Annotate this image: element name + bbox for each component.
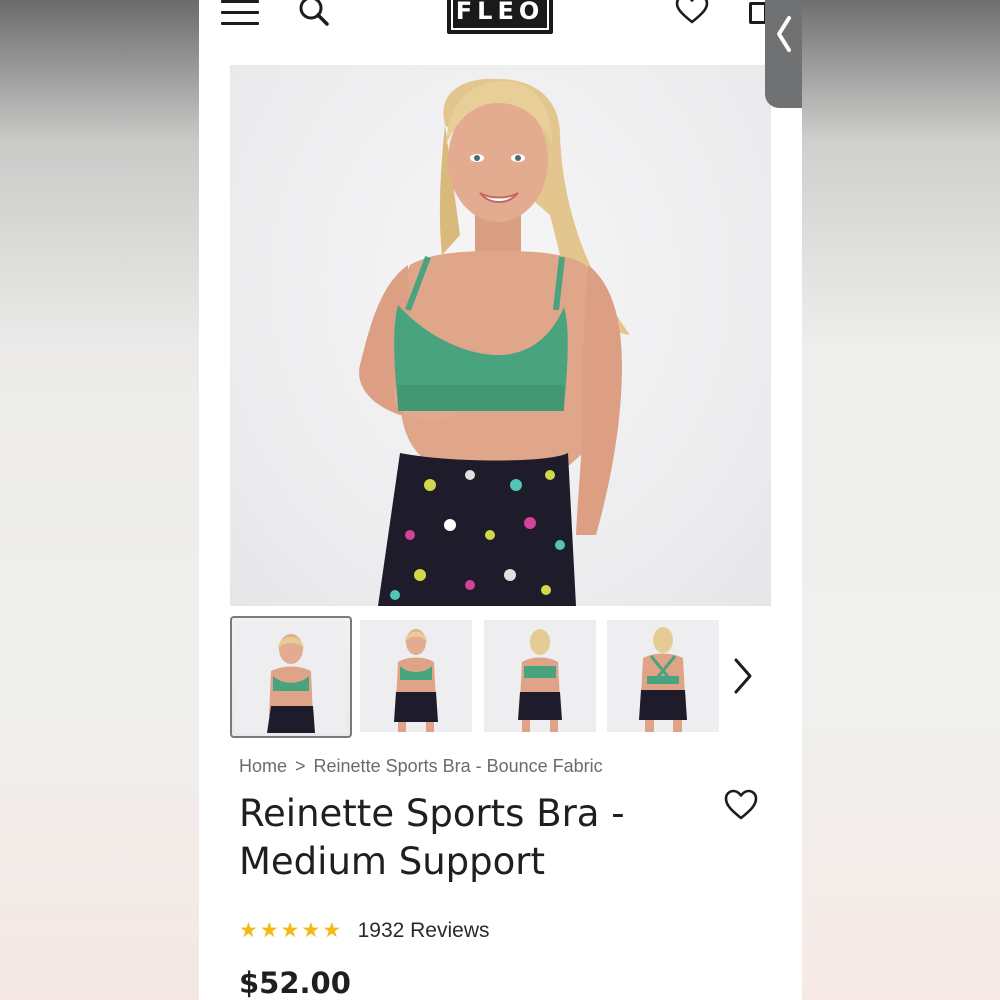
product-main-image[interactable] xyxy=(230,65,771,606)
side-panel-tab[interactable] xyxy=(765,0,802,108)
thumbnail-strip xyxy=(230,616,771,738)
breadcrumb-home[interactable]: Home xyxy=(239,756,287,776)
thumbnail-2[interactable] xyxy=(360,620,472,732)
product-price: $52.00 xyxy=(239,966,351,1000)
search-icon[interactable] xyxy=(297,0,333,30)
product-title-line-1: Reinette Sports Bra - xyxy=(239,792,625,835)
chevron-right-icon[interactable] xyxy=(730,656,756,696)
brand-logo[interactable]: FLEO xyxy=(447,0,553,34)
heart-outline-icon[interactable] xyxy=(674,0,710,26)
product-title-line-2: Medium Support xyxy=(239,840,545,883)
product-title: Reinette Sports Bra - Medium Support xyxy=(239,790,689,886)
background-blur-left xyxy=(0,0,199,1000)
hamburger-menu-icon[interactable] xyxy=(221,0,259,28)
breadcrumb-separator: > xyxy=(295,756,306,776)
thumbnail-1[interactable] xyxy=(230,616,352,738)
chevron-left-icon xyxy=(777,16,791,52)
thumbnail-4[interactable] xyxy=(607,620,719,732)
background-blur-right xyxy=(801,0,1000,1000)
star-icon: ★ xyxy=(239,919,258,942)
phone-screen: FLEO Home > Reinette Sports Bra - Bounce… xyxy=(199,0,802,1000)
breadcrumb-current[interactable]: Reinette Sports Bra - Bounce Fabric xyxy=(314,756,603,776)
breadcrumb: Home > Reinette Sports Bra - Bounce Fabric xyxy=(239,756,603,777)
star-icon: ★ xyxy=(259,919,279,942)
star-icon: ★ xyxy=(322,919,342,942)
review-count[interactable]: 1932 Reviews xyxy=(358,918,490,944)
star-icon: ★ xyxy=(301,919,321,942)
product-rating[interactable]: ★★★★★ 1932 Reviews xyxy=(239,918,490,944)
add-to-wishlist-heart-icon[interactable] xyxy=(723,788,759,822)
site-header: FLEO xyxy=(199,0,802,40)
star-icon: ★ xyxy=(280,919,300,942)
star-rating: ★★★★★ xyxy=(239,918,343,944)
thumbnail-3[interactable] xyxy=(484,620,596,732)
